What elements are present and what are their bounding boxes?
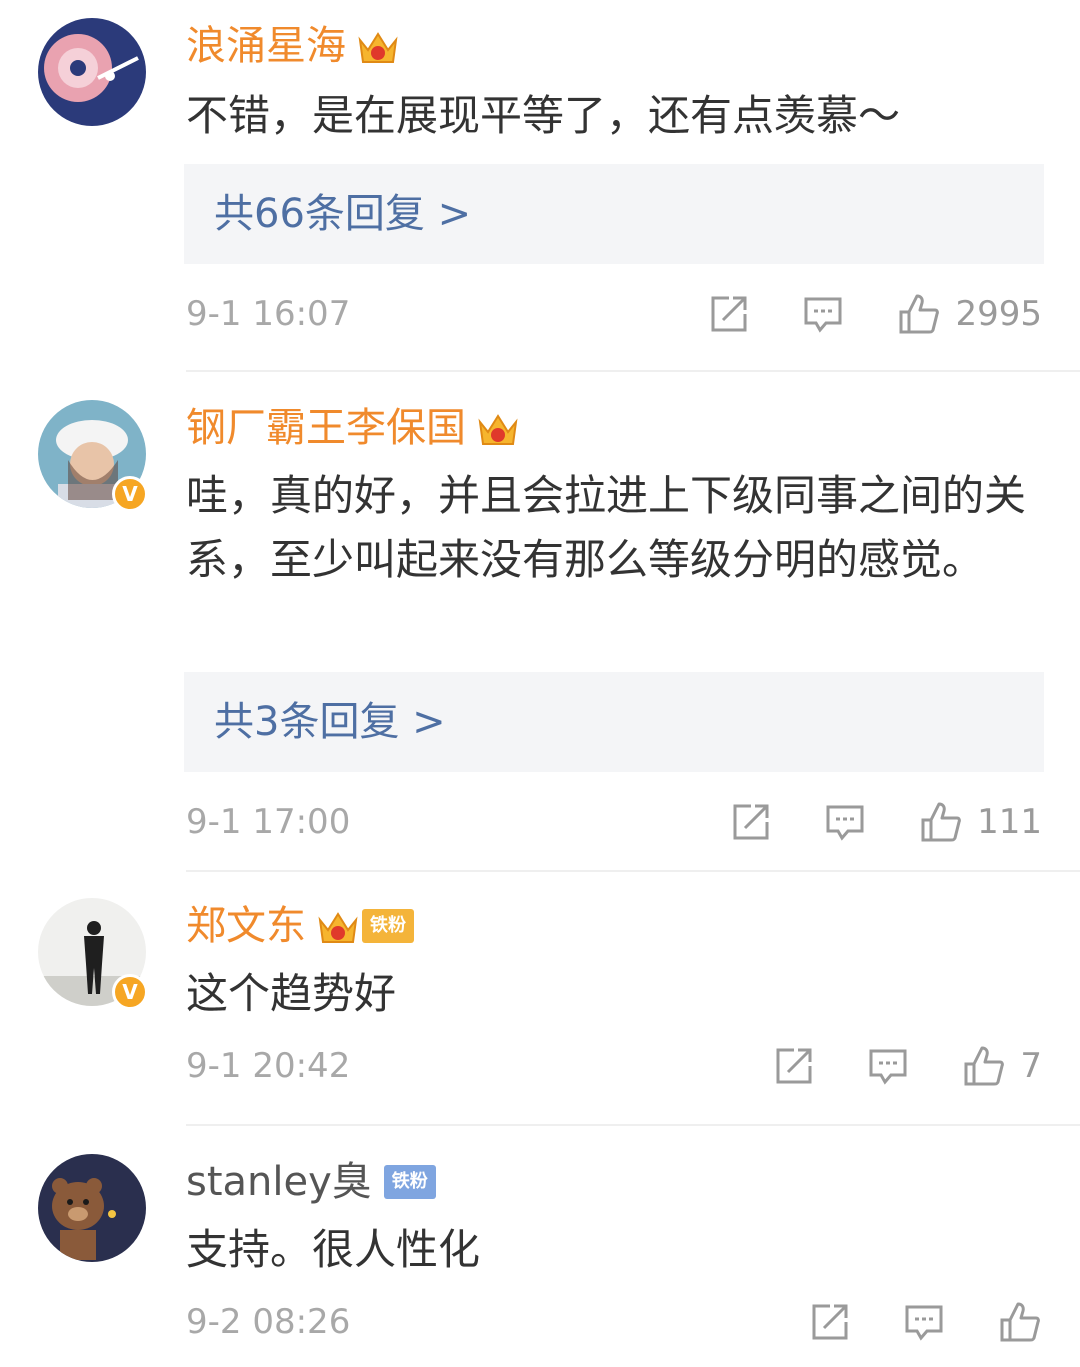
share-icon[interactable] [810, 1302, 850, 1342]
timestamp: 9-2 08:26 [186, 1302, 351, 1342]
comment-text: 支持。很人性化 [186, 1225, 481, 1274]
avatar[interactable] [38, 1154, 146, 1262]
fan-badge: 铁粉 [383, 1165, 436, 1199]
like-icon[interactable] [998, 1300, 1042, 1344]
username[interactable]: stanley臭 [186, 1154, 372, 1210]
comment-item: stanley臭 铁粉 支持。很人性化 9-2 08:26 [0, 0, 1080, 1367]
comment-icon[interactable] [904, 1302, 944, 1342]
